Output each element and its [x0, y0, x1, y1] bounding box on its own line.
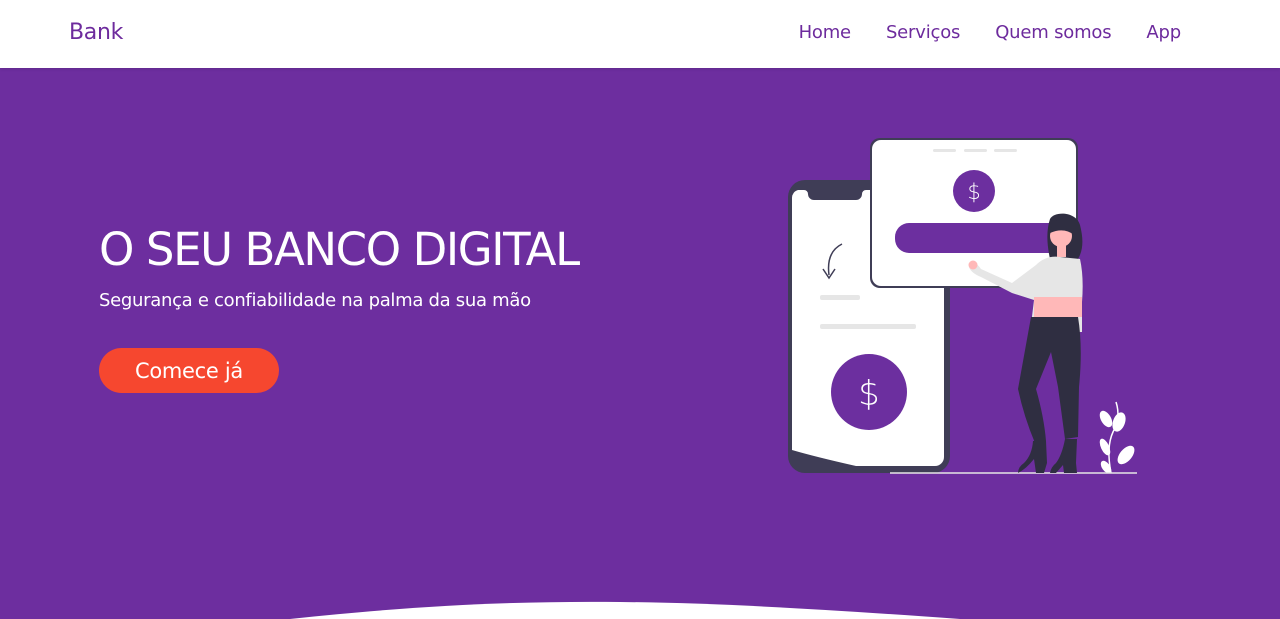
hero-illustration: $ $: [788, 138, 1137, 474]
nav-menu: Home Serviços Quem somos App: [799, 22, 1182, 43]
hero-section: O SEU BANCO DIGITAL Segurança e confiabi…: [0, 68, 1280, 619]
hero-subtitle: Segurança e confiabilidade na palma da s…: [99, 290, 531, 311]
cta-button[interactable]: Comece já: [99, 348, 279, 393]
nav-link-quem-somos[interactable]: Quem somos: [995, 22, 1111, 43]
hero-bottom-wave: [290, 601, 960, 619]
nav-link-app[interactable]: App: [1146, 22, 1181, 43]
dollar-icon-glyph: $: [967, 180, 980, 204]
plant-illustration: [1099, 401, 1135, 474]
brand-logo[interactable]: Bank: [69, 20, 123, 45]
hero-title: O SEU BANCO DIGITAL: [99, 223, 580, 276]
nav-link-home[interactable]: Home: [799, 22, 852, 43]
dollar-icon-glyph: $: [858, 374, 880, 414]
navbar: Bank Home Serviços Quem somos App: [0, 0, 1280, 68]
nav-link-servicos[interactable]: Serviços: [886, 22, 960, 43]
